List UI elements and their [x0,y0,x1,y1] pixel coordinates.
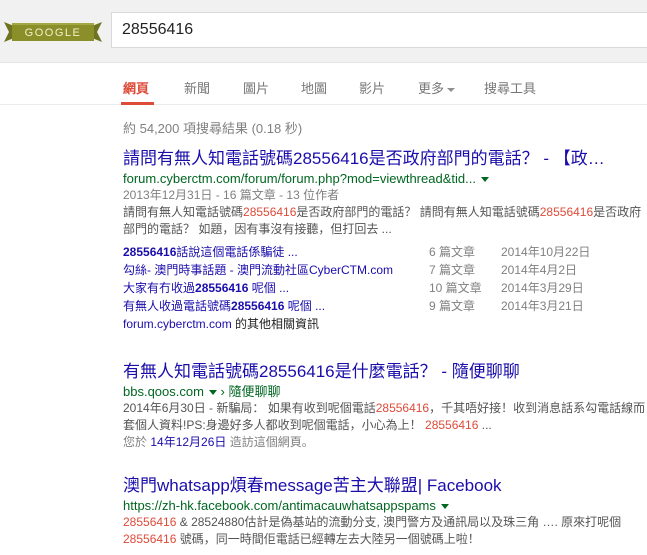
tab-more-label: 更多 [418,81,445,96]
google-logo[interactable]: GOOGLE [4,20,102,44]
search-result: 有無人知電話號碼28556416是什麼電話？ - 隨便聊聊 bbs.qoos.c… [123,361,647,451]
result-snippet: 2014年6月30日 - 新騙局： 如果有收到呢個電話28556416，千其唔好… [123,401,646,432]
result-snippet: 28556416 & 28524880估計是偽基站的流動分支, 澳門警方及通訊局… [123,515,622,546]
logo-text: GOOGLE [25,27,82,39]
result-snippet: 請問有無人知電話號碼28556416是否政府部門的電話？ 請問有無人知電話號碼2… [123,205,642,236]
result-url: https://zh-hk.facebook.com/antimacauwhat… [123,497,647,514]
tab-maps[interactable]: 地圖 [301,78,327,97]
sitelink[interactable]: 大家有冇收過28556416 呢個 ... [123,279,289,297]
search-result: 澳門whatsapp煩春message苦主大聯盟| Facebook https… [123,475,647,548]
search-header: GOOGLE [0,0,647,63]
search-box[interactable] [111,12,647,48]
result-url: bbs.qoos.com › 隨便聊聊 [123,384,281,399]
result-url: forum.cyberctm.com/forum/forum.php?mod=v… [123,170,647,187]
sitelink-row: 大家有冇收過28556416 呢個 ... 10 篇文章 2014年3月29日 [123,279,584,297]
result-title-link[interactable]: 請問有無人知電話號碼28556416是否政府部門的電話？ - 【政… [123,148,647,170]
active-tab-indicator [121,102,154,105]
sitelink-row: 有無人收過電話號碼28556416 呢個 ... 9 篇文章 2014年3月21… [123,297,584,315]
more-results-link[interactable]: forum.cyberctm.com [123,317,232,331]
sitelinks: 28556416話說這個電話係騙徒 ... 6 篇文章 2014年10月22日 … [123,243,647,315]
sitelink[interactable]: 勾絲- 澳門時事話題 - 澳門流動社區CyberCTM.com [123,261,393,279]
tab-search-tools[interactable]: 搜尋工具 [484,78,536,97]
url-dropdown-icon[interactable] [440,504,449,510]
tab-more[interactable]: 更多 [418,78,456,97]
search-result: 請問有無人知電話號碼28556416是否政府部門的電話？ - 【政… forum… [123,148,647,333]
visited-note: 您於 14年12月26日 造訪這個網頁。 [123,435,314,449]
sitelink-row: 28556416話說這個電話係騙徒 ... 6 篇文章 2014年10月22日 [123,243,591,261]
tab-news[interactable]: 新聞 [184,78,210,97]
tab-videos[interactable]: 影片 [359,78,385,97]
tab-web[interactable]: 網頁 [123,78,149,97]
search-input[interactable] [122,17,622,43]
search-tabs: 網頁 新聞 圖片 地圖 影片 更多 搜尋工具 [0,63,647,105]
result-title-link[interactable]: 有無人知電話號碼28556416是什麼電話？ - 隨便聊聊 [123,361,647,383]
sitelink[interactable]: 28556416話說這個電話係騙徒 ... [123,243,298,261]
chevron-down-icon [447,87,456,92]
url-dropdown-icon[interactable] [480,177,489,183]
more-results-from-site: forum.cyberctm.com 的其他相關資訊 [123,317,320,331]
sitelink[interactable]: 有無人收過電話號碼28556416 呢個 ... [123,297,325,315]
result-stats: 約 54,200 項搜尋結果 (0.18 秒) [123,121,303,136]
result-title-link[interactable]: 澳門whatsapp煩春message苦主大聯盟| Facebook [123,475,647,497]
visited-date-link[interactable]: 14年12月26日 [150,435,226,449]
sitelink-row: 勾絲- 澳門時事話題 - 澳門流動社區CyberCTM.com 7 篇文章 20… [123,261,578,279]
result-meta: 2013年12月31日 - 16 篇文章 - 13 位作者 [123,188,340,202]
tab-images[interactable]: 圖片 [243,78,269,97]
url-dropdown-icon[interactable] [208,390,217,396]
